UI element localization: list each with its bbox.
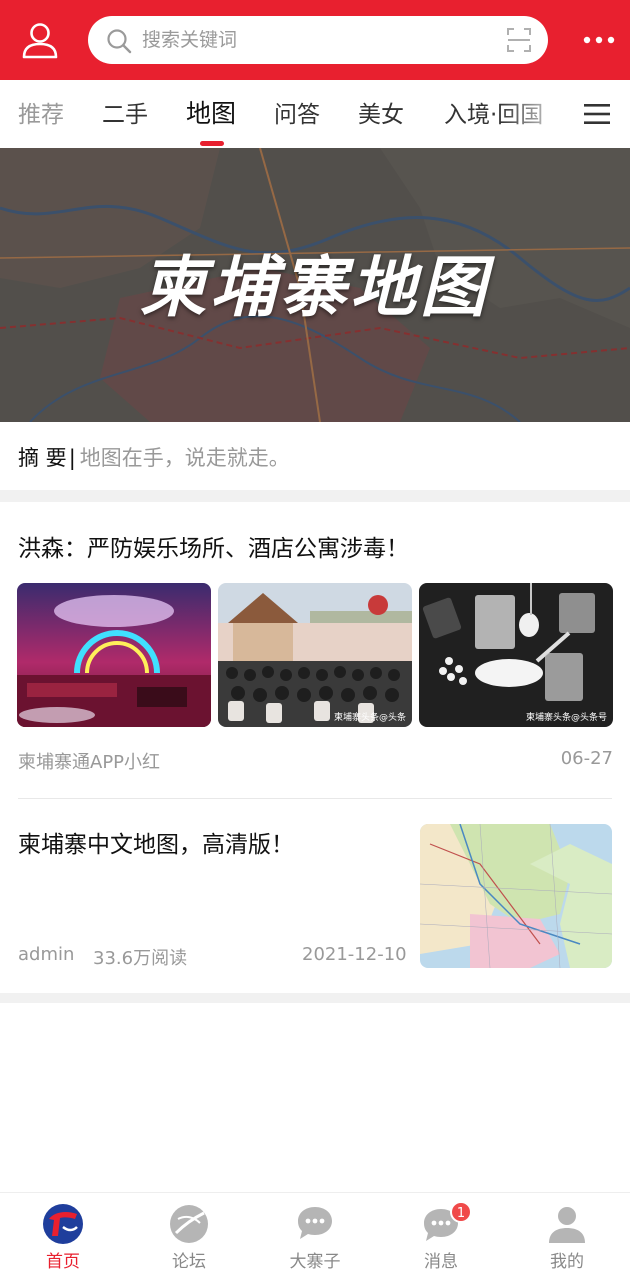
tab-beauty[interactable]: 美女 xyxy=(358,100,404,130)
nav-forum-label: 论坛 xyxy=(172,1252,206,1272)
top-bar: 搜索关键词 xyxy=(0,0,630,80)
nav-village-label: 大寨子 xyxy=(289,1252,341,1272)
menu-icon[interactable] xyxy=(583,102,611,126)
bottom-navigation: 首页 论坛 大寨子 1 消息 我的 xyxy=(0,1192,630,1280)
search-input[interactable]: 搜索关键词 xyxy=(142,28,237,52)
list-divider xyxy=(18,798,612,799)
summary-label: 摘 要 xyxy=(18,446,67,470)
section-divider xyxy=(0,490,630,502)
tab-map[interactable]: 地图 xyxy=(186,99,236,129)
message-count-badge: 1 xyxy=(450,1201,472,1223)
article-author: 柬埔寨通APP小红 xyxy=(18,752,161,773)
profile-icon xyxy=(549,1207,585,1243)
thumbnail-watermark: 柬埔寨头条@头条 xyxy=(333,713,406,723)
article-thumbnail-crowd[interactable]: 柬埔寨头条@头条 xyxy=(218,583,412,727)
nav-messages-label: 消息 xyxy=(424,1252,458,1272)
home-logo-icon xyxy=(43,1204,83,1244)
tabs-fade-overlay xyxy=(500,82,570,142)
search-bar[interactable]: 搜索关键词 xyxy=(88,16,548,64)
summary-text: 地图在手，说走就走。 xyxy=(79,446,290,470)
banner-title: 柬埔寨地图 xyxy=(140,249,490,326)
nav-village[interactable]: 大寨子 xyxy=(252,1193,378,1280)
nav-profile[interactable]: 我的 xyxy=(504,1193,630,1280)
article-author: admin xyxy=(18,944,75,965)
active-tab-indicator xyxy=(200,141,224,146)
article-thumbnail-map[interactable] xyxy=(420,824,612,968)
article-title[interactable]: 洪森：严防娱乐场所、酒店公寓涉毒！ xyxy=(18,533,409,565)
scan-icon[interactable] xyxy=(506,27,532,53)
article-title[interactable]: 柬埔寨中文地图，高清版！ xyxy=(18,829,294,861)
nav-forum[interactable]: 论坛 xyxy=(126,1193,252,1280)
forum-icon xyxy=(170,1205,208,1243)
nav-profile-label: 我的 xyxy=(550,1252,584,1272)
summary-line: 摘 要| 地图在手，说走就走。 xyxy=(18,444,290,472)
nav-home-label: 首页 xyxy=(46,1252,80,1272)
nav-messages[interactable]: 1 消息 xyxy=(378,1193,504,1280)
article-thumbnail-drugs[interactable]: 柬埔寨头条@头条号 xyxy=(419,583,613,727)
article-thumbnail-ktv[interactable] xyxy=(17,583,211,727)
summary-separator: | xyxy=(68,446,76,470)
nav-home[interactable]: 首页 xyxy=(0,1193,126,1280)
article-read-count: 33.6万阅读 xyxy=(93,948,188,969)
map-banner[interactable]: 柬埔寨地图 xyxy=(0,148,630,422)
tab-qa[interactable]: 问答 xyxy=(274,100,320,130)
search-icon xyxy=(107,29,132,54)
tab-recommend[interactable]: 推荐 xyxy=(18,100,64,130)
article-date: 06-27 xyxy=(560,748,613,769)
chat-bubbles-icon xyxy=(298,1207,332,1239)
user-icon[interactable] xyxy=(20,20,60,60)
thumbnail-watermark: 柬埔寨头条@头条号 xyxy=(525,713,607,723)
article-date: 2021-12-10 xyxy=(302,944,407,965)
tab-secondhand[interactable]: 二手 xyxy=(102,100,148,130)
section-divider xyxy=(0,993,630,1003)
more-icon[interactable] xyxy=(582,30,616,50)
